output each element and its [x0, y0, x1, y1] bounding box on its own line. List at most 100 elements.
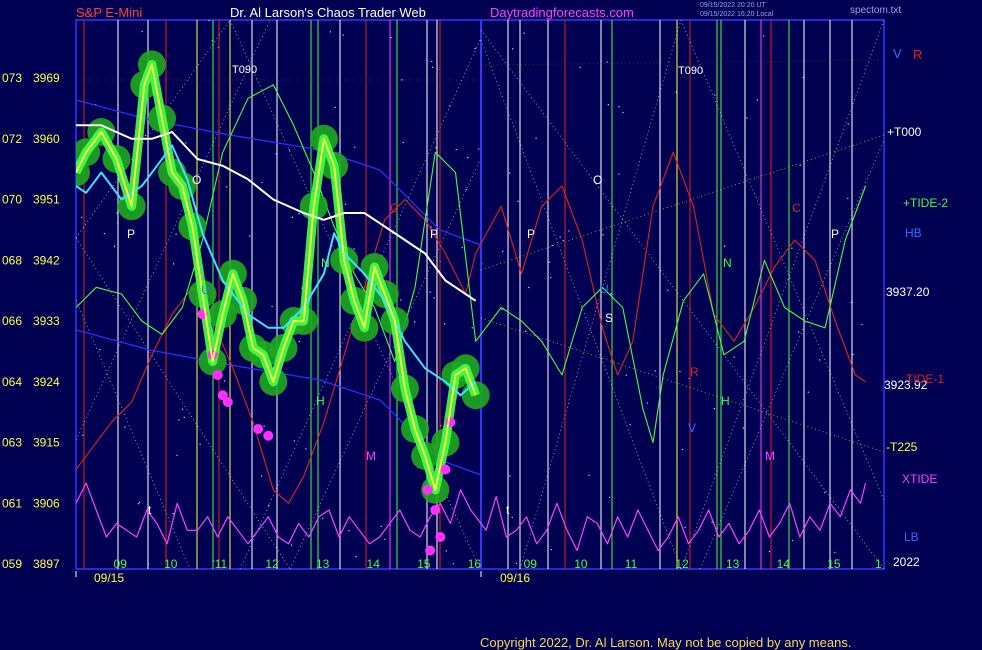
- star-dot: [348, 530, 350, 532]
- star-dot: [742, 427, 745, 429]
- star-dot: [176, 454, 178, 457]
- star-dot: [523, 32, 525, 34]
- star-dot: [465, 188, 467, 191]
- flux-letter-day2: M: [765, 449, 775, 463]
- star-dot: [654, 370, 657, 372]
- star-dot: [178, 419, 180, 421]
- star-dot: [263, 425, 265, 427]
- star-dot: [618, 173, 620, 175]
- star-dot: [445, 550, 448, 552]
- series-label: HB: [905, 226, 922, 240]
- star-dot: [588, 474, 590, 477]
- star-dot: [646, 402, 649, 404]
- y-axis-tick-code: 072: [2, 132, 22, 146]
- magenta-dot: [212, 370, 223, 380]
- series-label: -T225: [886, 440, 918, 454]
- star-dot: [342, 34, 344, 36]
- star-dot: [288, 149, 291, 151]
- x-axis-tick-day1: 15: [417, 557, 431, 571]
- star-dot: [509, 475, 511, 477]
- flux-letter-day1: O: [192, 173, 201, 187]
- magenta-dot: [445, 417, 456, 428]
- copyright-notice: Copyright 2022, Dr. Al Larson. May not b…: [480, 635, 852, 650]
- star-dot: [401, 79, 403, 81]
- star-dot: [431, 60, 433, 63]
- star-dot: [402, 141, 404, 144]
- star-dot: [305, 448, 307, 450]
- y-axis-tick-price: 3969: [33, 71, 60, 85]
- star-dot: [549, 276, 552, 279]
- x-axis-tick-day1: 14: [367, 557, 381, 571]
- star-dot: [622, 111, 624, 114]
- flux-letter-day1: M: [366, 449, 376, 463]
- star-dot: [290, 544, 293, 546]
- star-dot: [99, 348, 101, 351]
- star-dot: [82, 434, 84, 436]
- star-dot: [354, 146, 356, 148]
- star-dot: [103, 232, 106, 235]
- star-dot: [824, 491, 826, 494]
- star-dot: [548, 261, 551, 263]
- y-axis-tick-price: 3897: [33, 557, 60, 571]
- star-dot: [185, 142, 187, 144]
- flux-letter-day1: t: [148, 503, 152, 517]
- star-dot: [618, 106, 620, 108]
- y-axis-tick-code: 073: [2, 71, 22, 85]
- dotted-guide: [76, 299, 191, 569]
- star-dot: [511, 516, 513, 519]
- star-dot: [524, 330, 527, 333]
- flux-letter-day2: R: [690, 365, 699, 379]
- x-axis-tick-day1: 16: [468, 557, 482, 571]
- star-dot: [551, 244, 553, 247]
- star-dot: [124, 426, 126, 428]
- dotted-guide: [480, 39, 682, 569]
- star-dot: [80, 216, 83, 219]
- flux-letter-day2: P: [527, 227, 535, 241]
- star-dot: [181, 408, 184, 410]
- series-label: +TIDE-2: [903, 196, 948, 210]
- star-dot: [144, 134, 147, 137]
- y-axis-tick-code: 061: [2, 496, 22, 510]
- y-axis-tick-price: 3951: [33, 193, 60, 207]
- series-label: 3937.20: [886, 285, 930, 299]
- x-axis-tick-day2: 11: [625, 557, 638, 571]
- star-dot: [431, 66, 434, 69]
- star-dot: [606, 61, 608, 63]
- star-dot: [113, 245, 116, 248]
- series-label: +T000: [887, 125, 922, 139]
- star-dot: [861, 323, 863, 326]
- star-dot: [141, 30, 143, 33]
- line-marker: T090: [232, 64, 257, 76]
- star-dot: [271, 305, 273, 308]
- x-axis-tick-day2: 09: [524, 557, 538, 571]
- x-axis-tick-day2-end: 1: [875, 557, 882, 571]
- star-dot: [199, 443, 201, 445]
- star-dot: [400, 299, 402, 301]
- series-label: LB: [904, 530, 919, 544]
- flux-letter-day2: O: [593, 173, 602, 187]
- y-axis-tick-code: 059: [2, 557, 22, 571]
- star-dot: [679, 370, 681, 373]
- line-marker: R: [913, 47, 922, 62]
- star-dot: [713, 407, 716, 410]
- flux-letter-day1: P: [127, 227, 135, 241]
- x-axis-tick-day1: 13: [316, 557, 330, 571]
- site-url[interactable]: Daytradingforecasts.com: [490, 5, 634, 20]
- star-dot: [791, 539, 794, 542]
- star-dot: [298, 340, 300, 343]
- star-dot: [322, 517, 324, 520]
- star-dot: [568, 230, 570, 232]
- star-dot: [225, 186, 228, 188]
- flux-letter-day1: H: [316, 394, 325, 408]
- star-dot: [268, 504, 270, 507]
- star-dot: [834, 551, 836, 554]
- star-dot: [208, 20, 210, 22]
- star-dot: [380, 525, 382, 528]
- y-axis-tick-code: 068: [2, 253, 22, 267]
- star-dot: [625, 374, 627, 376]
- star-dot: [467, 156, 469, 159]
- flux-letter-day1: C: [390, 201, 399, 215]
- star-dot: [261, 181, 263, 184]
- star-dot: [602, 234, 604, 236]
- star-dot: [355, 555, 357, 558]
